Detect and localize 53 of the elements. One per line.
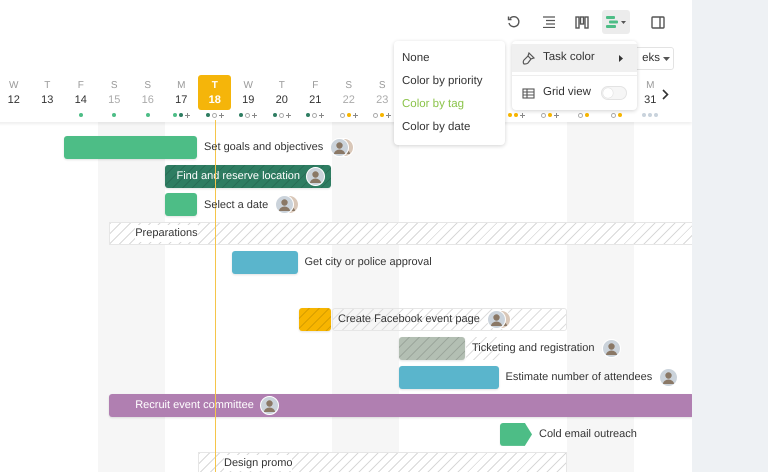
milestone-bar[interactable] <box>500 422 532 446</box>
avatar <box>306 166 326 186</box>
plus-icon <box>286 112 291 118</box>
task-label: Cold email outreach <box>539 427 637 442</box>
task-bar[interactable] <box>298 308 331 332</box>
date-header: M 31 <box>643 79 658 108</box>
date-header: F 21 <box>308 79 322 108</box>
task-bar[interactable] <box>399 366 498 388</box>
task-bar[interactable] <box>164 193 197 216</box>
date-header: S 15 <box>107 79 122 108</box>
today-date: T 18 <box>198 75 232 110</box>
task-bar[interactable] <box>399 336 465 360</box>
menu-item[interactable]: Color by priority <box>394 70 505 93</box>
menu-item[interactable]: Grid view <box>512 79 637 107</box>
plus-icon <box>554 112 559 118</box>
task-label: Ticketing and registration <box>466 336 594 360</box>
date-header: S 23 <box>375 79 390 108</box>
brush-icon <box>522 52 535 64</box>
plus-icon <box>352 112 358 118</box>
group-label: Preparations <box>135 225 198 242</box>
plus-icon <box>252 112 258 118</box>
plus-icon <box>520 112 525 118</box>
date-header: S 16 <box>140 79 155 108</box>
plus-icon <box>184 112 190 118</box>
task-label: Get city or police approval <box>304 255 432 270</box>
avatar <box>602 338 620 358</box>
avatar <box>260 396 279 416</box>
avatar <box>659 368 678 386</box>
avatar-pair <box>275 195 300 214</box>
avatar-pair <box>330 138 354 157</box>
date-header: M 17 <box>174 79 188 108</box>
gantt-icon[interactable] <box>602 10 630 34</box>
group-label: Design promo <box>224 454 292 472</box>
task-label: Estimate number of attendees <box>506 370 652 385</box>
plus-icon <box>319 112 324 118</box>
submenu-arrow-icon <box>619 54 623 62</box>
date-header: T 20 <box>274 79 289 108</box>
plus-icon <box>218 112 224 118</box>
toggle-switch[interactable] <box>601 86 627 100</box>
date-header: T 13 <box>40 79 54 108</box>
avatar-pair <box>486 310 511 330</box>
caret-icon <box>663 56 670 60</box>
menu-item[interactable]: Task color <box>512 44 637 72</box>
date-header: W 12 <box>6 79 21 108</box>
table-icon <box>522 88 535 98</box>
menu-item[interactable]: Color by date <box>394 116 505 139</box>
task-bar[interactable] <box>232 250 298 274</box>
date-header: F 14 <box>74 79 88 108</box>
menu-item[interactable]: None <box>394 47 505 70</box>
task-label: Create Facebook event page <box>338 312 480 328</box>
date-header: W 19 <box>241 79 256 108</box>
plus-icon <box>386 112 392 118</box>
date-header: S 22 <box>342 79 356 108</box>
